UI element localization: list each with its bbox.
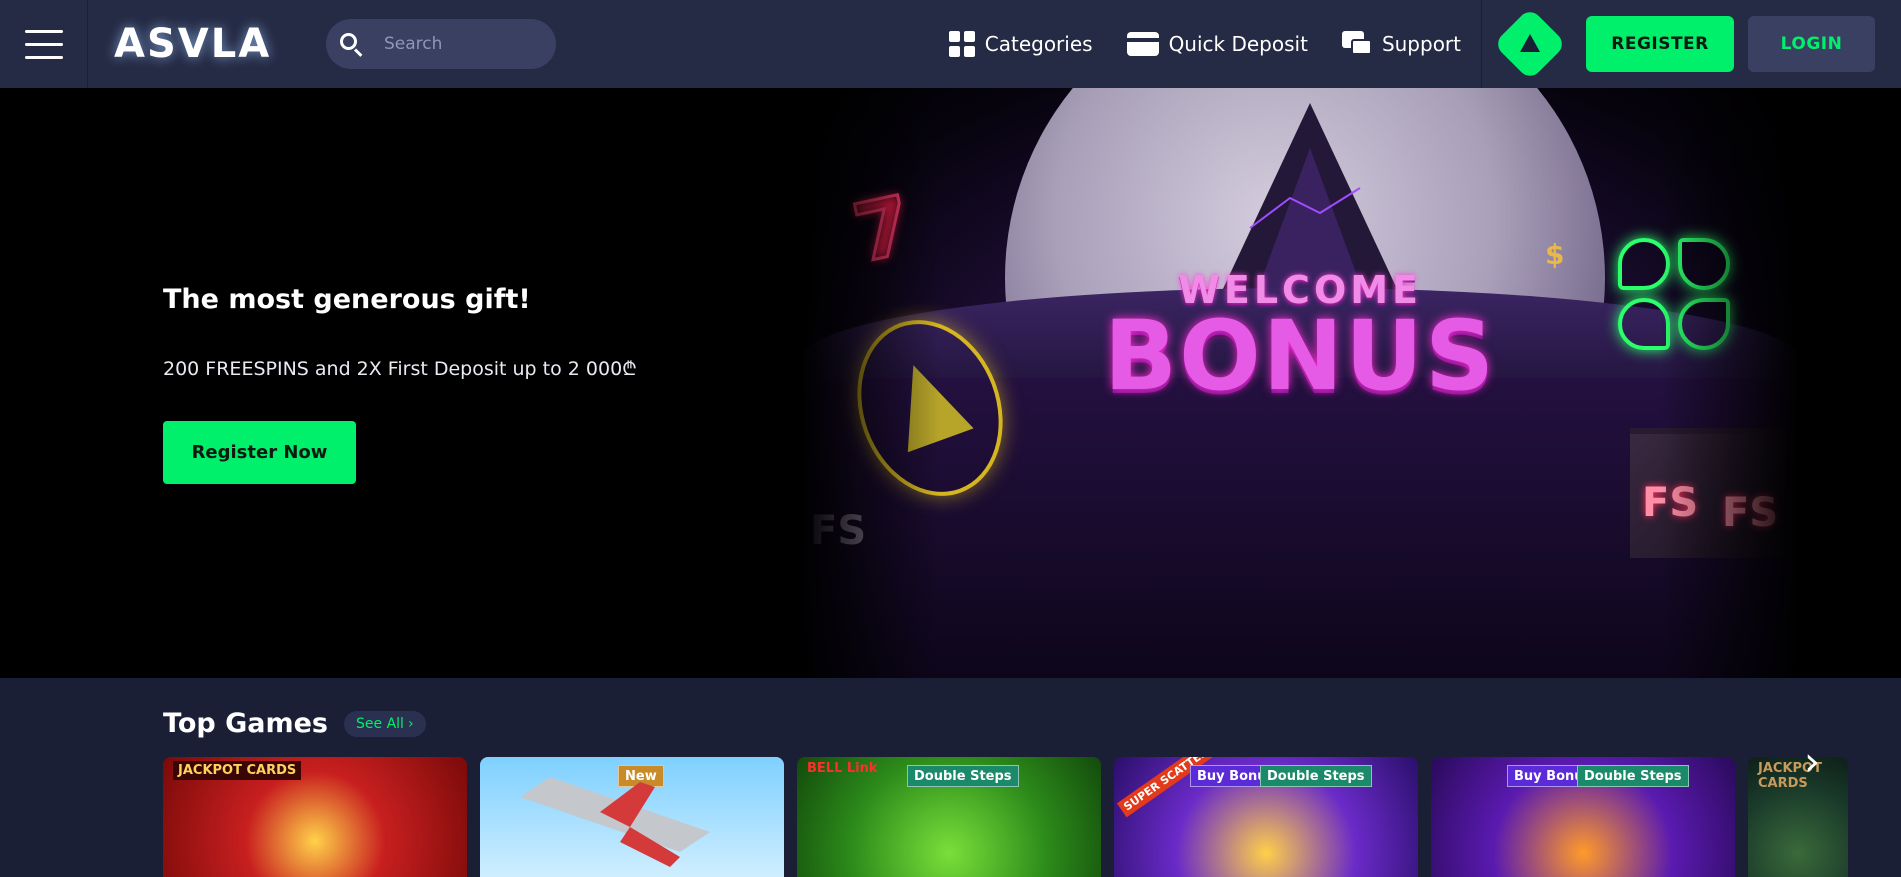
nav-quick-deposit-label: Quick Deposit: [1168, 32, 1308, 56]
top-header: ASVLA Categories Quick Deposit Support R…: [0, 0, 1901, 88]
game-corner-label: BELL Link: [807, 761, 878, 776]
game-corner-label: JACKPOT CARDS: [173, 761, 302, 780]
top-games-title: Top Games: [163, 708, 329, 739]
game-card[interactable]: Buy Bonus Double Steps: [1431, 757, 1735, 877]
grid-icon: [948, 31, 975, 57]
hero-title: The most generous gift!: [163, 284, 531, 315]
nav-quick-deposit[interactable]: Quick Deposit: [1126, 32, 1308, 56]
game-tag-double-steps: Double Steps: [907, 765, 1019, 787]
chat-bubbles-icon: [1341, 31, 1372, 57]
banner-bonus-text: BONUS: [1103, 300, 1497, 412]
hero-subtitle: 200 FREESPINS and 2X First Deposit up to…: [163, 358, 637, 380]
chevron-right-icon[interactable]: ›: [1793, 739, 1831, 785]
chevron-right-icon: ›: [407, 715, 414, 732]
banner-fade-left: [800, 88, 940, 678]
nav-support[interactable]: Support: [1341, 31, 1461, 57]
logo-text: ASVLA: [114, 21, 272, 67]
register-button[interactable]: REGISTER: [1586, 16, 1734, 72]
register-now-button[interactable]: Register Now: [163, 421, 356, 484]
top-games-section: Top Games See All › JACKPOT CARDS New BE…: [0, 678, 1901, 877]
site-logo[interactable]: ASVLA: [114, 21, 274, 67]
nav-divider: [1481, 0, 1482, 88]
brand-diamond-icon[interactable]: [1493, 7, 1567, 81]
search-box[interactable]: [326, 19, 556, 69]
airplane-icon: [520, 777, 710, 867]
see-all-link[interactable]: See All ›: [344, 710, 426, 737]
dollar-icon: $: [1545, 238, 1565, 271]
game-tag-double-steps: Double Steps: [1260, 765, 1372, 787]
header-nav: Categories Quick Deposit Support REGISTE…: [948, 0, 1901, 88]
search-icon[interactable]: [338, 31, 364, 57]
game-card[interactable]: BELL Link Double Steps: [797, 757, 1101, 877]
nav-support-label: Support: [1381, 32, 1461, 56]
welcome-bonus-banner[interactable]: 7 $ FS FS FS WELCOME BONUS: [800, 88, 1800, 678]
see-all-label: See All: [356, 715, 404, 732]
login-button[interactable]: LOGIN: [1748, 16, 1875, 72]
nav-categories-label: Categories: [984, 32, 1093, 56]
game-cards: JACKPOT CARDS New BELL Link Double Steps…: [163, 757, 1848, 877]
hero-text: The most generous gift! 200 FREESPINS an…: [163, 284, 637, 484]
search-input[interactable]: [384, 34, 544, 54]
menu-icon[interactable]: [0, 0, 88, 88]
game-card[interactable]: New: [480, 757, 784, 877]
game-card[interactable]: JACKPOT CARDS: [163, 757, 467, 877]
game-card[interactable]: SUPER SCATTER Buy Bonus Double Steps: [1114, 757, 1418, 877]
game-tag-double-steps: Double Steps: [1577, 765, 1689, 787]
nav-categories[interactable]: Categories: [948, 31, 1093, 57]
credit-card-icon: [1126, 32, 1159, 56]
top-games-header: Top Games See All ›: [163, 708, 426, 739]
banner-fade-right: [1660, 88, 1800, 678]
hero-section: The most generous gift! 200 FREESPINS an…: [0, 88, 1901, 678]
